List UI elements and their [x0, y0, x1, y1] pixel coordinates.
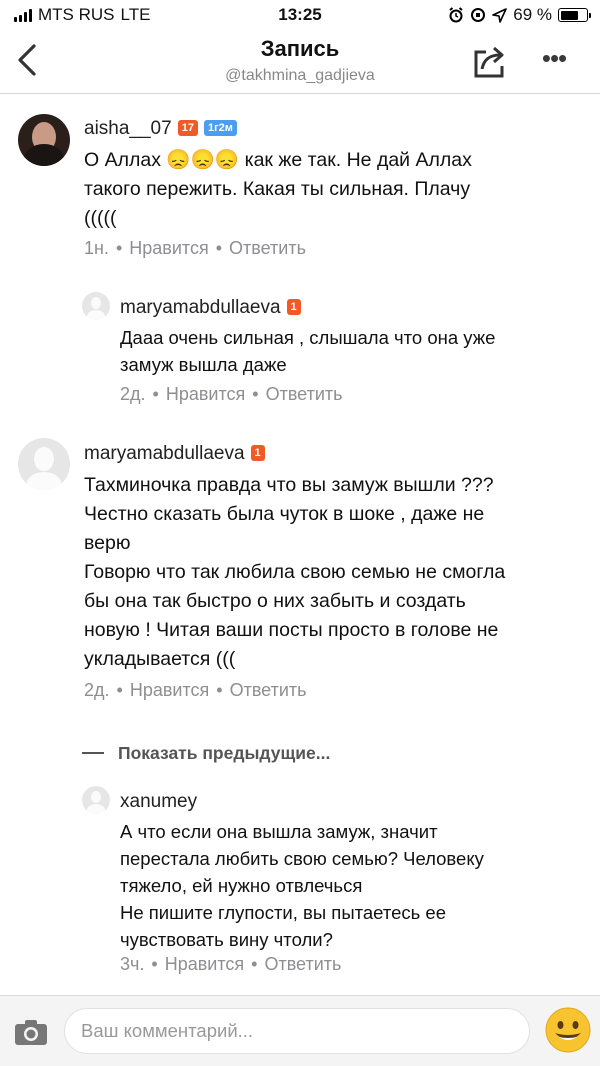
status-right: 69 %: [448, 5, 591, 25]
comment-input[interactable]: Ваш комментарий...: [64, 1008, 530, 1054]
level-badge: 1: [286, 299, 301, 315]
avatar[interactable]: [82, 786, 110, 814]
comment-reply: xanumey А что если она вышла замуж, знач…: [0, 786, 600, 986]
battery-icon: [558, 8, 591, 22]
navigation-header: Запись @takhmina_gadjieva •••: [0, 30, 600, 92]
username-text[interactable]: aisha__07: [84, 118, 172, 139]
comment-time: 2д.: [120, 384, 146, 404]
like-link[interactable]: Нравится: [165, 954, 244, 974]
level-badge: 1: [250, 445, 265, 461]
location-icon: [492, 7, 508, 23]
page-subtitle[interactable]: @takhmina_gadjieva: [0, 67, 600, 85]
camera-icon[interactable]: [14, 1018, 48, 1046]
comment: maryamabdullaeva 1 Тахминочка правда что …: [0, 436, 600, 706]
show-previous-label[interactable]: Показать предыдущие...: [118, 743, 330, 764]
comment-time: 1н.: [84, 238, 109, 258]
membership-badge: 1г2м: [203, 120, 237, 136]
reply-link[interactable]: Ответить: [229, 238, 306, 258]
rotation-lock-icon: [471, 8, 486, 22]
comment-text: О Аллах 😞😞😞 как же так. Не дай Аллах так…: [84, 149, 472, 229]
comment-composer-bar: Ваш комментарий...: [0, 995, 600, 1066]
header-divider: [0, 93, 600, 94]
like-link[interactable]: Нравится: [130, 680, 209, 700]
battery-percent: 69 %: [513, 5, 552, 24]
comment-username[interactable]: xanumey: [120, 791, 197, 813]
comment-meta: 2д. • Нравится • Ответить: [84, 680, 307, 700]
like-link[interactable]: Нравится: [166, 384, 245, 404]
comment: aisha__07 17 1г2м О Аллах 😞😞😞 как же так. …: [0, 110, 600, 270]
username-text[interactable]: maryamabdullaeva: [84, 443, 245, 464]
comment-time: 2д.: [84, 680, 110, 700]
avatar[interactable]: [82, 292, 110, 320]
avatar[interactable]: [18, 114, 70, 166]
avatar[interactable]: [18, 438, 70, 490]
more-dots-icon[interactable]: •••: [536, 45, 572, 72]
comment-time: 3ч.: [120, 954, 145, 974]
comment-text: Дааа очень сильная , слышала что она уже…: [120, 327, 496, 375]
comment-username[interactable]: aisha__07 17 1г2м: [84, 118, 237, 140]
comment-meta: 3ч. • Нравится • Ответить: [120, 954, 342, 974]
reply-link[interactable]: Ответить: [264, 954, 341, 974]
status-bar: MTS RUS LTE 13:25 69 %: [0, 0, 600, 30]
comment-meta: 2д. • Нравится • Ответить: [120, 384, 343, 404]
emoji-icon[interactable]: [544, 1006, 592, 1054]
username-text[interactable]: maryamabdullaeva: [120, 297, 281, 318]
comment-text: А что если она вышла замуж, значит перес…: [120, 821, 484, 950]
comment-username[interactable]: maryamabdullaeva 1: [84, 443, 265, 465]
like-link[interactable]: Нравится: [129, 238, 208, 258]
reply-link[interactable]: Ответить: [266, 384, 343, 404]
comment-reply: maryamabdullaeva 1 Дааа очень сильная , с…: [0, 292, 600, 412]
comment-username[interactable]: maryamabdullaeva 1: [120, 297, 301, 319]
show-previous-replies[interactable]: Показать предыдущие...: [82, 740, 330, 766]
dash-icon: [82, 752, 104, 754]
share-icon[interactable]: [470, 42, 510, 82]
page-title: Запись: [260, 36, 340, 61]
alarm-icon: [449, 7, 463, 23]
comment-meta: 1н. • Нравится • Ответить: [84, 238, 306, 258]
comment-text: Тахминочка правда что вы замуж вышли ???…: [84, 474, 506, 670]
username-text[interactable]: xanumey: [120, 791, 197, 812]
level-badge: 17: [177, 120, 198, 136]
reply-link[interactable]: Ответить: [230, 680, 307, 700]
